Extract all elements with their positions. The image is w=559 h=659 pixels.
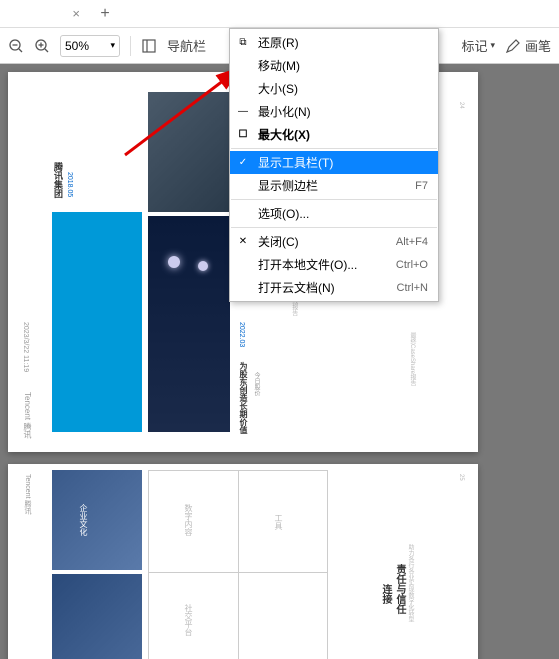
shortcut: Ctrl+N (397, 282, 428, 294)
close-icon: ✕ (236, 236, 250, 247)
heading: 责任与信任 (392, 564, 407, 614)
menu-separator (231, 227, 437, 228)
date-label: 2022.03 (238, 322, 245, 347)
image-thumbnail (52, 574, 142, 659)
menu-item-maximize[interactable]: ☐最大化(X) (230, 123, 438, 146)
shortcut: F7 (415, 180, 428, 192)
cell-label: 社交平台 (183, 604, 194, 636)
grid (148, 470, 328, 659)
date-text: 2023/3/22 11:19 (22, 322, 29, 372)
cell-label: 工具 (273, 514, 284, 530)
pdf-page-2: Tencent 腾讯 企业文化 数字内容 工具 社交平台 连接 责任与信任 助力… (8, 464, 478, 659)
image-thumbnail (52, 470, 142, 570)
browser-tab[interactable]: × (0, 0, 90, 27)
new-tab-button[interactable]: + (90, 5, 120, 23)
page-marker: 24 (458, 102, 464, 109)
page-marker: 25 (458, 474, 464, 481)
heading: 连接 (378, 584, 393, 604)
pen-label: 画笔 (525, 36, 551, 55)
menu-separator (231, 199, 437, 200)
menu-item-size[interactable]: 大小(S) (230, 77, 438, 100)
divider (130, 36, 131, 56)
chevron-down-icon: ▾ (110, 40, 115, 51)
mark-label: 标记 (461, 36, 487, 55)
menu-item-open-cloud[interactable]: 打开云文档(N)Ctrl+N (230, 276, 438, 299)
caption-sub: 今日股价 (252, 372, 261, 396)
subheading: 助力各行各业实现数字化转型 (406, 544, 415, 622)
shortcut: Ctrl+O (396, 259, 428, 271)
sidebar-toggle-button[interactable] (141, 38, 157, 54)
menu-item-options[interactable]: 选项(O)... (230, 202, 438, 225)
zoom-select[interactable]: 50% ▾ (60, 35, 120, 57)
menu-item-show-sidebar[interactable]: 显示侧边栏F7 (230, 174, 438, 197)
mark-dropdown[interactable]: 标记 ▾ (461, 36, 495, 55)
brand-text: Tencent 腾讯 (22, 474, 32, 514)
menu-item-restore[interactable]: ⧉还原(R) (230, 31, 438, 54)
menu-item-move[interactable]: 移动(M) (230, 54, 438, 77)
footer-text: 最终CaseShare报告 (408, 332, 417, 386)
maximize-icon: ☐ (236, 129, 250, 140)
zoom-in-button[interactable] (34, 38, 50, 54)
shortcut: Alt+F4 (396, 236, 428, 248)
menu-item-minimize[interactable]: —最小化(N) (230, 100, 438, 123)
zoom-value: 50% (65, 39, 89, 53)
image-thumbnail (148, 216, 230, 432)
menu-separator (231, 148, 437, 149)
caption: 为股东创造长期价值 (238, 362, 249, 434)
context-menu: ⧉还原(R) 移动(M) 大小(S) —最小化(N) ☐最大化(X) ✓显示工具… (229, 28, 439, 302)
brand-text: Tencent 腾讯 (22, 392, 33, 438)
restore-icon: ⧉ (236, 37, 250, 48)
menu-item-show-toolbar[interactable]: ✓显示工具栏(T) (230, 151, 438, 174)
image-thumbnail (148, 92, 230, 212)
chevron-down-icon: ▾ (490, 40, 495, 51)
cell-label: 企业文化 (78, 504, 89, 536)
close-icon[interactable]: × (72, 6, 80, 21)
minimize-icon: — (236, 106, 250, 117)
pen-tool[interactable]: 画笔 (505, 36, 551, 55)
check-icon: ✓ (236, 157, 250, 168)
menu-item-close[interactable]: ✕关闭(C)Alt+F4 (230, 230, 438, 253)
menu-item-open-local[interactable]: 打开本地文件(O)...Ctrl+O (230, 253, 438, 276)
nav-label: 导航栏 (167, 36, 206, 55)
cell-label: 数字内容 (183, 504, 194, 536)
zoom-out-button[interactable] (8, 38, 24, 54)
image-placeholder (52, 212, 142, 432)
section-label: 腾讯集团 (52, 162, 65, 198)
date-label: 2018.05 (66, 172, 73, 197)
